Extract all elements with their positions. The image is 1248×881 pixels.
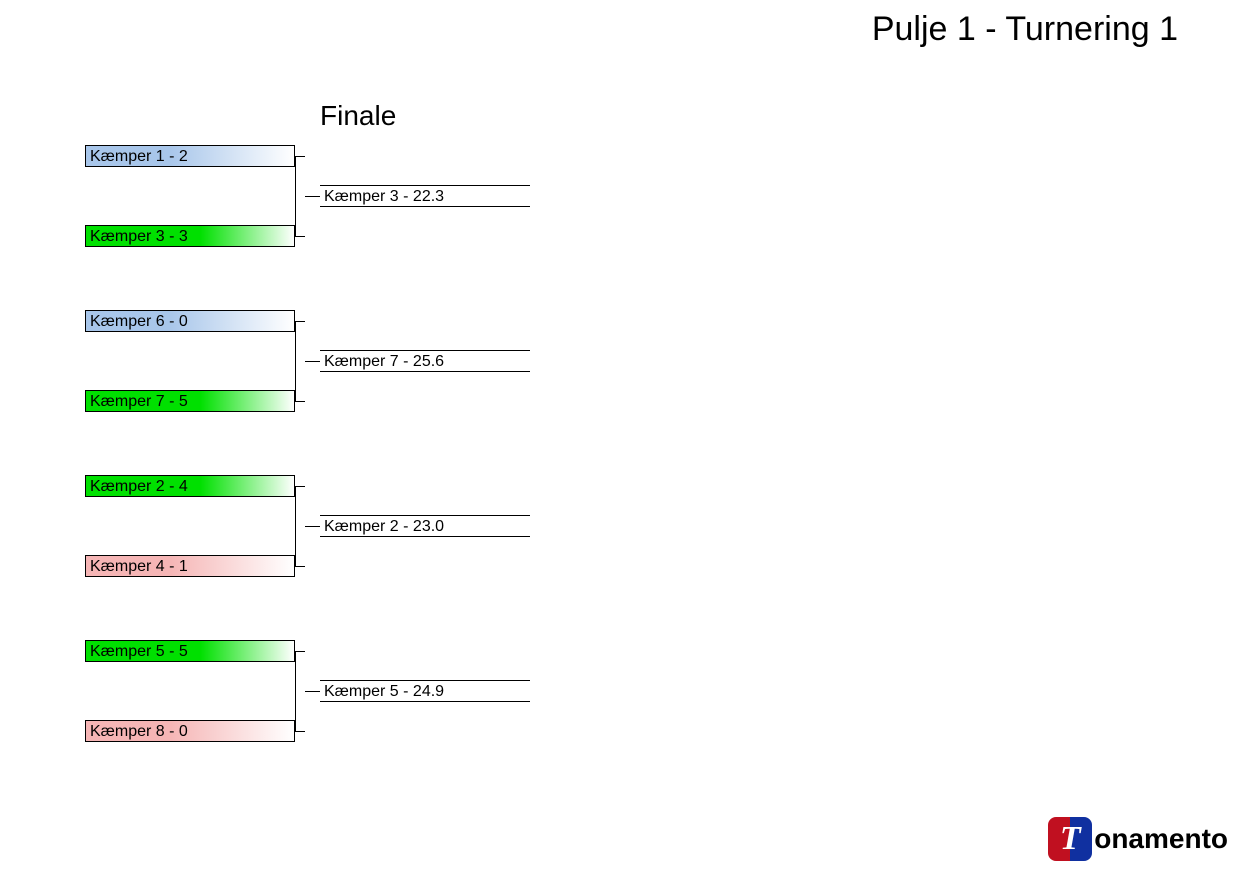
match4-bottom: Kæmper 8 - 0 (85, 720, 295, 742)
connector (295, 156, 305, 157)
match3-bottom: Kæmper 4 - 1 (85, 555, 295, 577)
connector (295, 731, 305, 732)
connector (295, 651, 305, 652)
match4-result: Kæmper 5 - 24.9 (320, 680, 530, 702)
match3-result: Kæmper 2 - 23.0 (320, 515, 530, 537)
brand-logo: T onamento (1048, 817, 1228, 861)
connector (295, 401, 305, 402)
connector (295, 566, 305, 567)
match2-top: Kæmper 6 - 0 (85, 310, 295, 332)
match3-top: Kæmper 2 - 4 (85, 475, 295, 497)
connector (295, 651, 296, 731)
connector (305, 526, 320, 527)
connector (295, 486, 296, 566)
match1-result: Kæmper 3 - 22.3 (320, 185, 530, 207)
match2-bottom: Kæmper 7 - 5 (85, 390, 295, 412)
match2-result: Kæmper 7 - 25.6 (320, 350, 530, 372)
connector (295, 236, 305, 237)
logo-text: onamento (1094, 823, 1228, 855)
logo-icon: T (1048, 817, 1092, 861)
connector (295, 486, 305, 487)
connector (295, 156, 296, 236)
connector (295, 321, 305, 322)
page-title: Pulje 1 - Turnering 1 (872, 10, 1178, 49)
match1-bottom: Kæmper 3 - 3 (85, 225, 295, 247)
connector (305, 361, 320, 362)
connector (295, 321, 296, 401)
round-label: Finale (320, 100, 396, 132)
connector (305, 196, 320, 197)
match1-top: Kæmper 1 - 2 (85, 145, 295, 167)
connector (305, 691, 320, 692)
match4-top: Kæmper 5 - 5 (85, 640, 295, 662)
